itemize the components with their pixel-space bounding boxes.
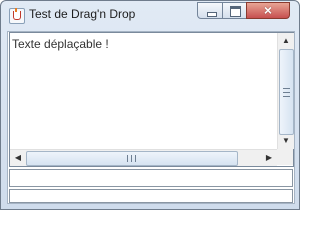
- window-title: Test de Drag'n Drop: [29, 7, 136, 21]
- minimize-button[interactable]: [197, 2, 223, 19]
- scroll-down-icon[interactable]: ▼: [278, 133, 294, 149]
- app-window: Test de Drag'n Drop × Texte déplaçable !…: [0, 0, 300, 210]
- content-panel: Texte déplaçable ! ▲ ▼ ◀ ▶: [7, 31, 295, 204]
- grip-icon: [283, 88, 290, 97]
- drop-field-1[interactable]: [9, 169, 293, 187]
- scroll-left-icon[interactable]: ◀: [10, 150, 26, 166]
- scroll-corner: [277, 149, 293, 165]
- grip-icon: [127, 155, 136, 162]
- title-bar[interactable]: Test de Drag'n Drop ×: [1, 1, 299, 31]
- maximize-button[interactable]: [222, 2, 247, 19]
- close-icon: ×: [263, 2, 273, 18]
- text-scroll-pane: Texte déplaçable ! ▲ ▼ ◀ ▶: [9, 32, 294, 167]
- scroll-right-icon[interactable]: ▶: [261, 150, 277, 166]
- java-cup-icon[interactable]: [9, 8, 25, 24]
- vertical-scrollbar[interactable]: ▲ ▼: [277, 33, 294, 149]
- scroll-up-icon[interactable]: ▲: [278, 33, 294, 49]
- vertical-scroll-thumb[interactable]: [279, 49, 294, 135]
- draggable-text-area[interactable]: Texte déplaçable !: [10, 33, 276, 149]
- close-button[interactable]: ×: [246, 2, 290, 19]
- drop-field-2[interactable]: [9, 189, 293, 203]
- horizontal-scroll-thumb[interactable]: [26, 151, 238, 166]
- horizontal-scrollbar[interactable]: ◀ ▶: [10, 149, 277, 166]
